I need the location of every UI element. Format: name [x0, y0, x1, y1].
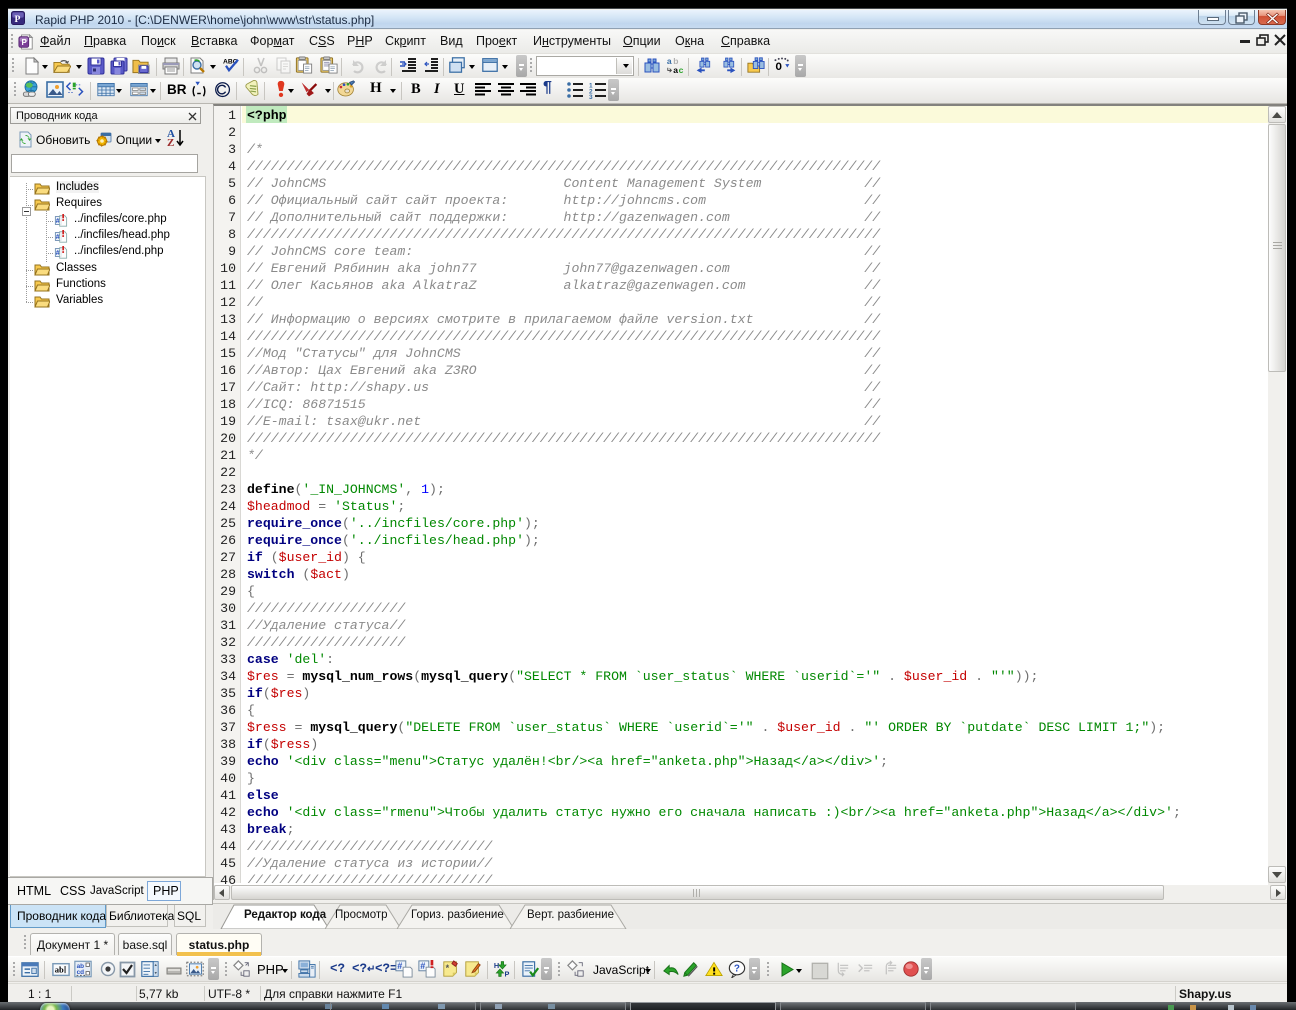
svg-text:a: a — [673, 65, 678, 74]
svg-text:#: # — [397, 961, 402, 971]
svg-text:3: 3 — [589, 94, 593, 99]
svg-text:a: a — [667, 56, 672, 66]
svg-text:?: ? — [734, 964, 740, 975]
svg-text:H: H — [494, 961, 499, 970]
svg-text:c: c — [679, 65, 684, 74]
svg-text:#: # — [420, 961, 425, 971]
svg-text:P: P — [22, 38, 28, 47]
svg-text:*: * — [446, 963, 450, 973]
svg-text:P: P — [15, 14, 21, 25]
svg-text:ab: ab — [55, 965, 64, 975]
svg-text:O: O — [775, 62, 781, 74]
svg-text:P: P — [504, 969, 509, 978]
